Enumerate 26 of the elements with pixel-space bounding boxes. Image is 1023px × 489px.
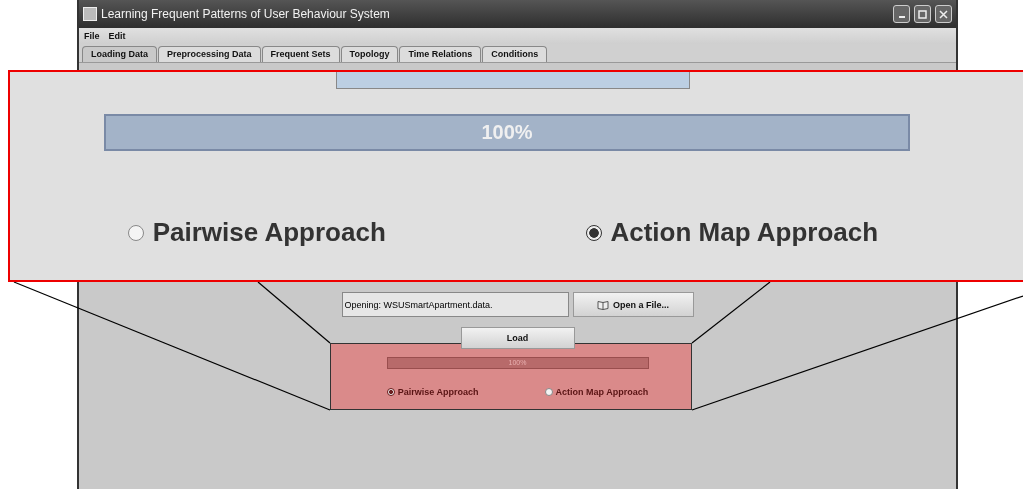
load-button[interactable]: Load <box>460 327 575 349</box>
radio-label: Action Map Approach <box>610 217 879 248</box>
open-file-button[interactable]: Open a File... <box>572 292 694 317</box>
progress-reading: 100% <box>480 120 534 145</box>
tab[interactable]: Conditions <box>482 46 548 62</box>
tab[interactable]: Frequent Sets <box>261 46 340 62</box>
tab[interactable]: Preprocessing Data <box>158 46 261 62</box>
radio-label: Pairwise Approach <box>152 217 386 248</box>
window-title: Learning Frequent Patterns of User Behaviour System <box>101 7 391 21</box>
tab[interactable]: Time Relations <box>399 46 482 62</box>
app-icon <box>83 7 97 21</box>
radio-label: Action Map Approach <box>555 387 649 397</box>
close-button[interactable] <box>935 5 952 23</box>
maximize-icon <box>918 9 927 19</box>
book-icon <box>597 299 609 310</box>
tab[interactable]: Topology <box>340 46 399 62</box>
radio-button[interactable] <box>585 224 602 241</box>
tab[interactable]: Loading Data <box>82 46 157 62</box>
file-field[interactable]: Opening: WSUSmartApartment.data. <box>341 292 569 317</box>
minimize-button[interactable] <box>893 5 910 23</box>
menu-item[interactable]: Edit <box>108 31 126 41</box>
menu-item[interactable]: File <box>84 31 100 41</box>
close-icon <box>939 9 948 19</box>
maximize-button[interactable] <box>914 5 931 23</box>
radio-label: Pairwise Approach <box>397 387 479 397</box>
radio-button[interactable] <box>128 224 144 241</box>
